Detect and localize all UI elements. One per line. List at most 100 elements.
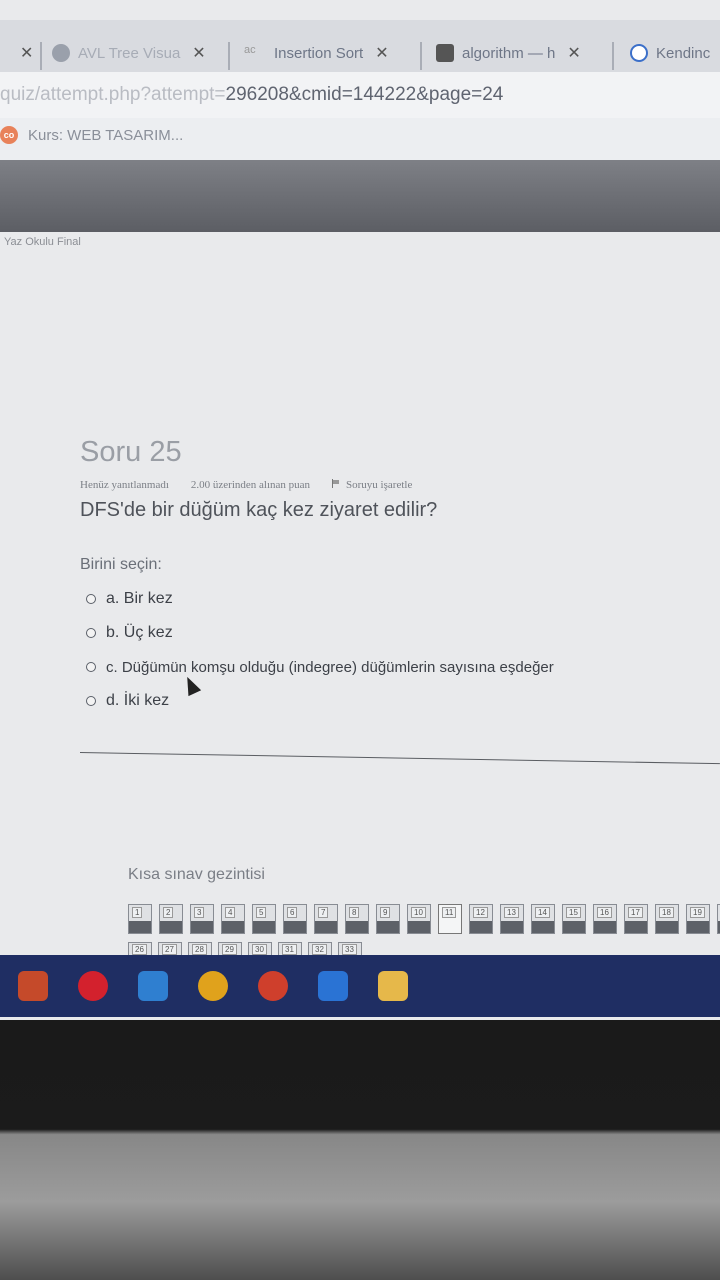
quiz-nav-button-6[interactable]: 6 bbox=[283, 904, 307, 934]
tab-label: Kendinc bbox=[656, 44, 711, 62]
flag-question[interactable]: Soruyu işaretle bbox=[332, 479, 412, 491]
vscode-icon[interactable] bbox=[138, 971, 168, 1001]
quiz-nav-number[interactable]: 7 bbox=[318, 907, 329, 918]
quiz-nav-button-14[interactable]: 14 bbox=[531, 904, 555, 934]
opera-icon[interactable] bbox=[78, 971, 108, 1001]
tab-algorithm[interactable]: algorithm — h ✕ bbox=[436, 36, 581, 70]
file-explorer-icon[interactable] bbox=[378, 971, 408, 1001]
quiz-nav-button-7[interactable]: 7 bbox=[314, 904, 338, 934]
quiz-nav-button-8[interactable]: 8 bbox=[345, 904, 369, 934]
globe-icon bbox=[52, 44, 70, 62]
site-header bbox=[0, 160, 720, 232]
quiz-nav-number[interactable]: 16 bbox=[597, 907, 612, 918]
quiz-nav-button-1[interactable]: 1 bbox=[128, 904, 152, 934]
url-faded: quiz/attempt.php?attempt= bbox=[0, 84, 226, 105]
quiz-nav-number[interactable]: 18 bbox=[659, 907, 674, 918]
quiz-nav-button-16[interactable]: 16 bbox=[593, 904, 617, 934]
tab-avl-tree[interactable]: AVL Tree Visua ✕ bbox=[52, 36, 206, 70]
answer-option-b[interactable]: b. Üç kez bbox=[86, 616, 720, 650]
quiz-nav-number[interactable]: 32 bbox=[312, 944, 327, 955]
store-icon[interactable] bbox=[18, 971, 48, 1001]
quiz-nav-button-11[interactable]: 11 bbox=[438, 904, 462, 934]
quiz-nav-button-5[interactable]: 5 bbox=[252, 904, 276, 934]
quiz-nav-number[interactable]: 33 bbox=[342, 944, 357, 955]
quiz-nav-number[interactable]: 14 bbox=[535, 907, 550, 918]
quiz-nav-number[interactable]: 19 bbox=[690, 907, 705, 918]
quiz-nav-button-12[interactable]: 12 bbox=[469, 904, 493, 934]
quiz-nav-fill bbox=[532, 921, 554, 933]
quiz-nav-number[interactable]: 5 bbox=[256, 907, 267, 918]
radio-button[interactable] bbox=[86, 696, 96, 706]
quiz-nav-number[interactable]: 10 bbox=[411, 907, 426, 918]
answer-option-d[interactable]: d. İki kez bbox=[86, 684, 720, 718]
quiz-nav-number[interactable]: 13 bbox=[504, 907, 519, 918]
quiz-nav-number[interactable]: 3 bbox=[194, 907, 205, 918]
close-icon[interactable]: ✕ bbox=[375, 43, 388, 63]
quiz-nav-fill bbox=[315, 921, 337, 933]
quiz-nav-button-2[interactable]: 2 bbox=[159, 904, 183, 934]
quiz-nav-fill bbox=[594, 921, 616, 933]
bookmark-web-tasarim[interactable]: co Kurs: WEB TASARIM... bbox=[0, 126, 183, 144]
quiz-nav-button-9[interactable]: 9 bbox=[376, 904, 400, 934]
quiz-nav-fill bbox=[377, 921, 399, 933]
quiz-nav-button-18[interactable]: 18 bbox=[655, 904, 679, 934]
quiz-nav-number[interactable]: 28 bbox=[192, 944, 207, 955]
divider bbox=[79, 752, 720, 765]
tab-close-prev[interactable]: ✕ bbox=[8, 36, 33, 70]
close-icon[interactable]: ✕ bbox=[192, 43, 205, 63]
quiz-nav-number[interactable]: 29 bbox=[222, 944, 237, 955]
url-text[interactable]: quiz/attempt.php?attempt=296208&cmid=144… bbox=[0, 84, 503, 106]
quiz-nav-button-19[interactable]: 19 bbox=[686, 904, 710, 934]
quiz-nav-fill bbox=[346, 921, 368, 933]
option-label[interactable]: a. Bir kez bbox=[106, 590, 173, 608]
option-label[interactable]: b. Üç kez bbox=[106, 624, 173, 642]
quiz-nav-number[interactable]: 12 bbox=[473, 907, 488, 918]
radio-button[interactable] bbox=[86, 594, 96, 604]
teamviewer-icon[interactable] bbox=[318, 971, 348, 1001]
quiz-nav-button-4[interactable]: 4 bbox=[221, 904, 245, 934]
address-bar[interactable]: quiz/attempt.php?attempt=296208&cmid=144… bbox=[0, 72, 720, 119]
flag-icon[interactable] bbox=[332, 479, 340, 488]
screen: ✕ AVL Tree Visua ✕ ac Insertion Sort ✕ a… bbox=[0, 0, 720, 1020]
quiz-nav-number[interactable]: 2 bbox=[163, 907, 174, 918]
radio-button[interactable] bbox=[86, 628, 96, 638]
quiz-nav-number[interactable]: 31 bbox=[282, 944, 297, 955]
tab-kendinc[interactable]: Kendinc bbox=[630, 36, 710, 70]
quiz-nav-number[interactable]: 1 bbox=[132, 907, 143, 918]
quiz-nav-number[interactable]: 6 bbox=[287, 907, 298, 918]
answer-option-a[interactable]: a. Bir kez bbox=[86, 582, 720, 616]
option-label[interactable]: d. İki kez bbox=[106, 692, 169, 710]
quiz-nav-button-10[interactable]: 10 bbox=[407, 904, 431, 934]
tab-separator bbox=[420, 42, 422, 70]
url-rest: 296208&cmid=144222&page=24 bbox=[225, 84, 504, 105]
quiz-nav-number[interactable]: 4 bbox=[225, 907, 236, 918]
quiz-nav-number[interactable]: 30 bbox=[252, 944, 267, 955]
breadcrumb[interactable]: Yaz Okulu Final bbox=[4, 236, 81, 248]
chrome-icon[interactable] bbox=[198, 971, 228, 1001]
quiz-nav-number[interactable]: 17 bbox=[628, 907, 643, 918]
quiz-nav-button-17[interactable]: 17 bbox=[624, 904, 648, 934]
chrome-profile-icon[interactable] bbox=[258, 971, 288, 1001]
tab-insertion-sort[interactable]: ac Insertion Sort ✕ bbox=[244, 36, 389, 70]
flag-label[interactable]: Soruyu işaretle bbox=[346, 479, 412, 491]
quiz-nav-number[interactable]: 26 bbox=[132, 944, 147, 955]
close-icon[interactable]: ✕ bbox=[20, 43, 33, 63]
answer-options: a. Bir kez b. Üç kez c. Düğümün komşu ol… bbox=[86, 582, 720, 718]
bookmarks-bar: co Kurs: WEB TASARIM... bbox=[0, 118, 720, 161]
question-info: Henüz yanıtlanmadı 2.00 üzerinden alınan… bbox=[80, 479, 720, 491]
quiz-nav-number[interactable]: 27 bbox=[162, 944, 177, 955]
quiz-nav-number[interactable]: 8 bbox=[349, 907, 360, 918]
tab-strip: ✕ AVL Tree Visua ✕ ac Insertion Sort ✕ a… bbox=[0, 20, 720, 73]
quiz-nav-number[interactable]: 11 bbox=[442, 907, 457, 918]
quiz-nav-button-3[interactable]: 3 bbox=[190, 904, 214, 934]
close-icon[interactable]: ✕ bbox=[567, 43, 580, 63]
quiz-nav-button-13[interactable]: 13 bbox=[500, 904, 524, 934]
option-label[interactable]: c. Düğümün komşu olduğu (indegree) düğüm… bbox=[106, 659, 554, 676]
quiz-nav-number[interactable]: 9 bbox=[380, 907, 391, 918]
quiz-nav-number[interactable]: 15 bbox=[566, 907, 581, 918]
quiz-nav-fill bbox=[408, 921, 430, 933]
site-icon bbox=[436, 44, 454, 62]
radio-button[interactable] bbox=[86, 662, 96, 672]
breadcrumb-item[interactable]: Yaz Okulu Final bbox=[4, 236, 81, 248]
quiz-nav-button-15[interactable]: 15 bbox=[562, 904, 586, 934]
